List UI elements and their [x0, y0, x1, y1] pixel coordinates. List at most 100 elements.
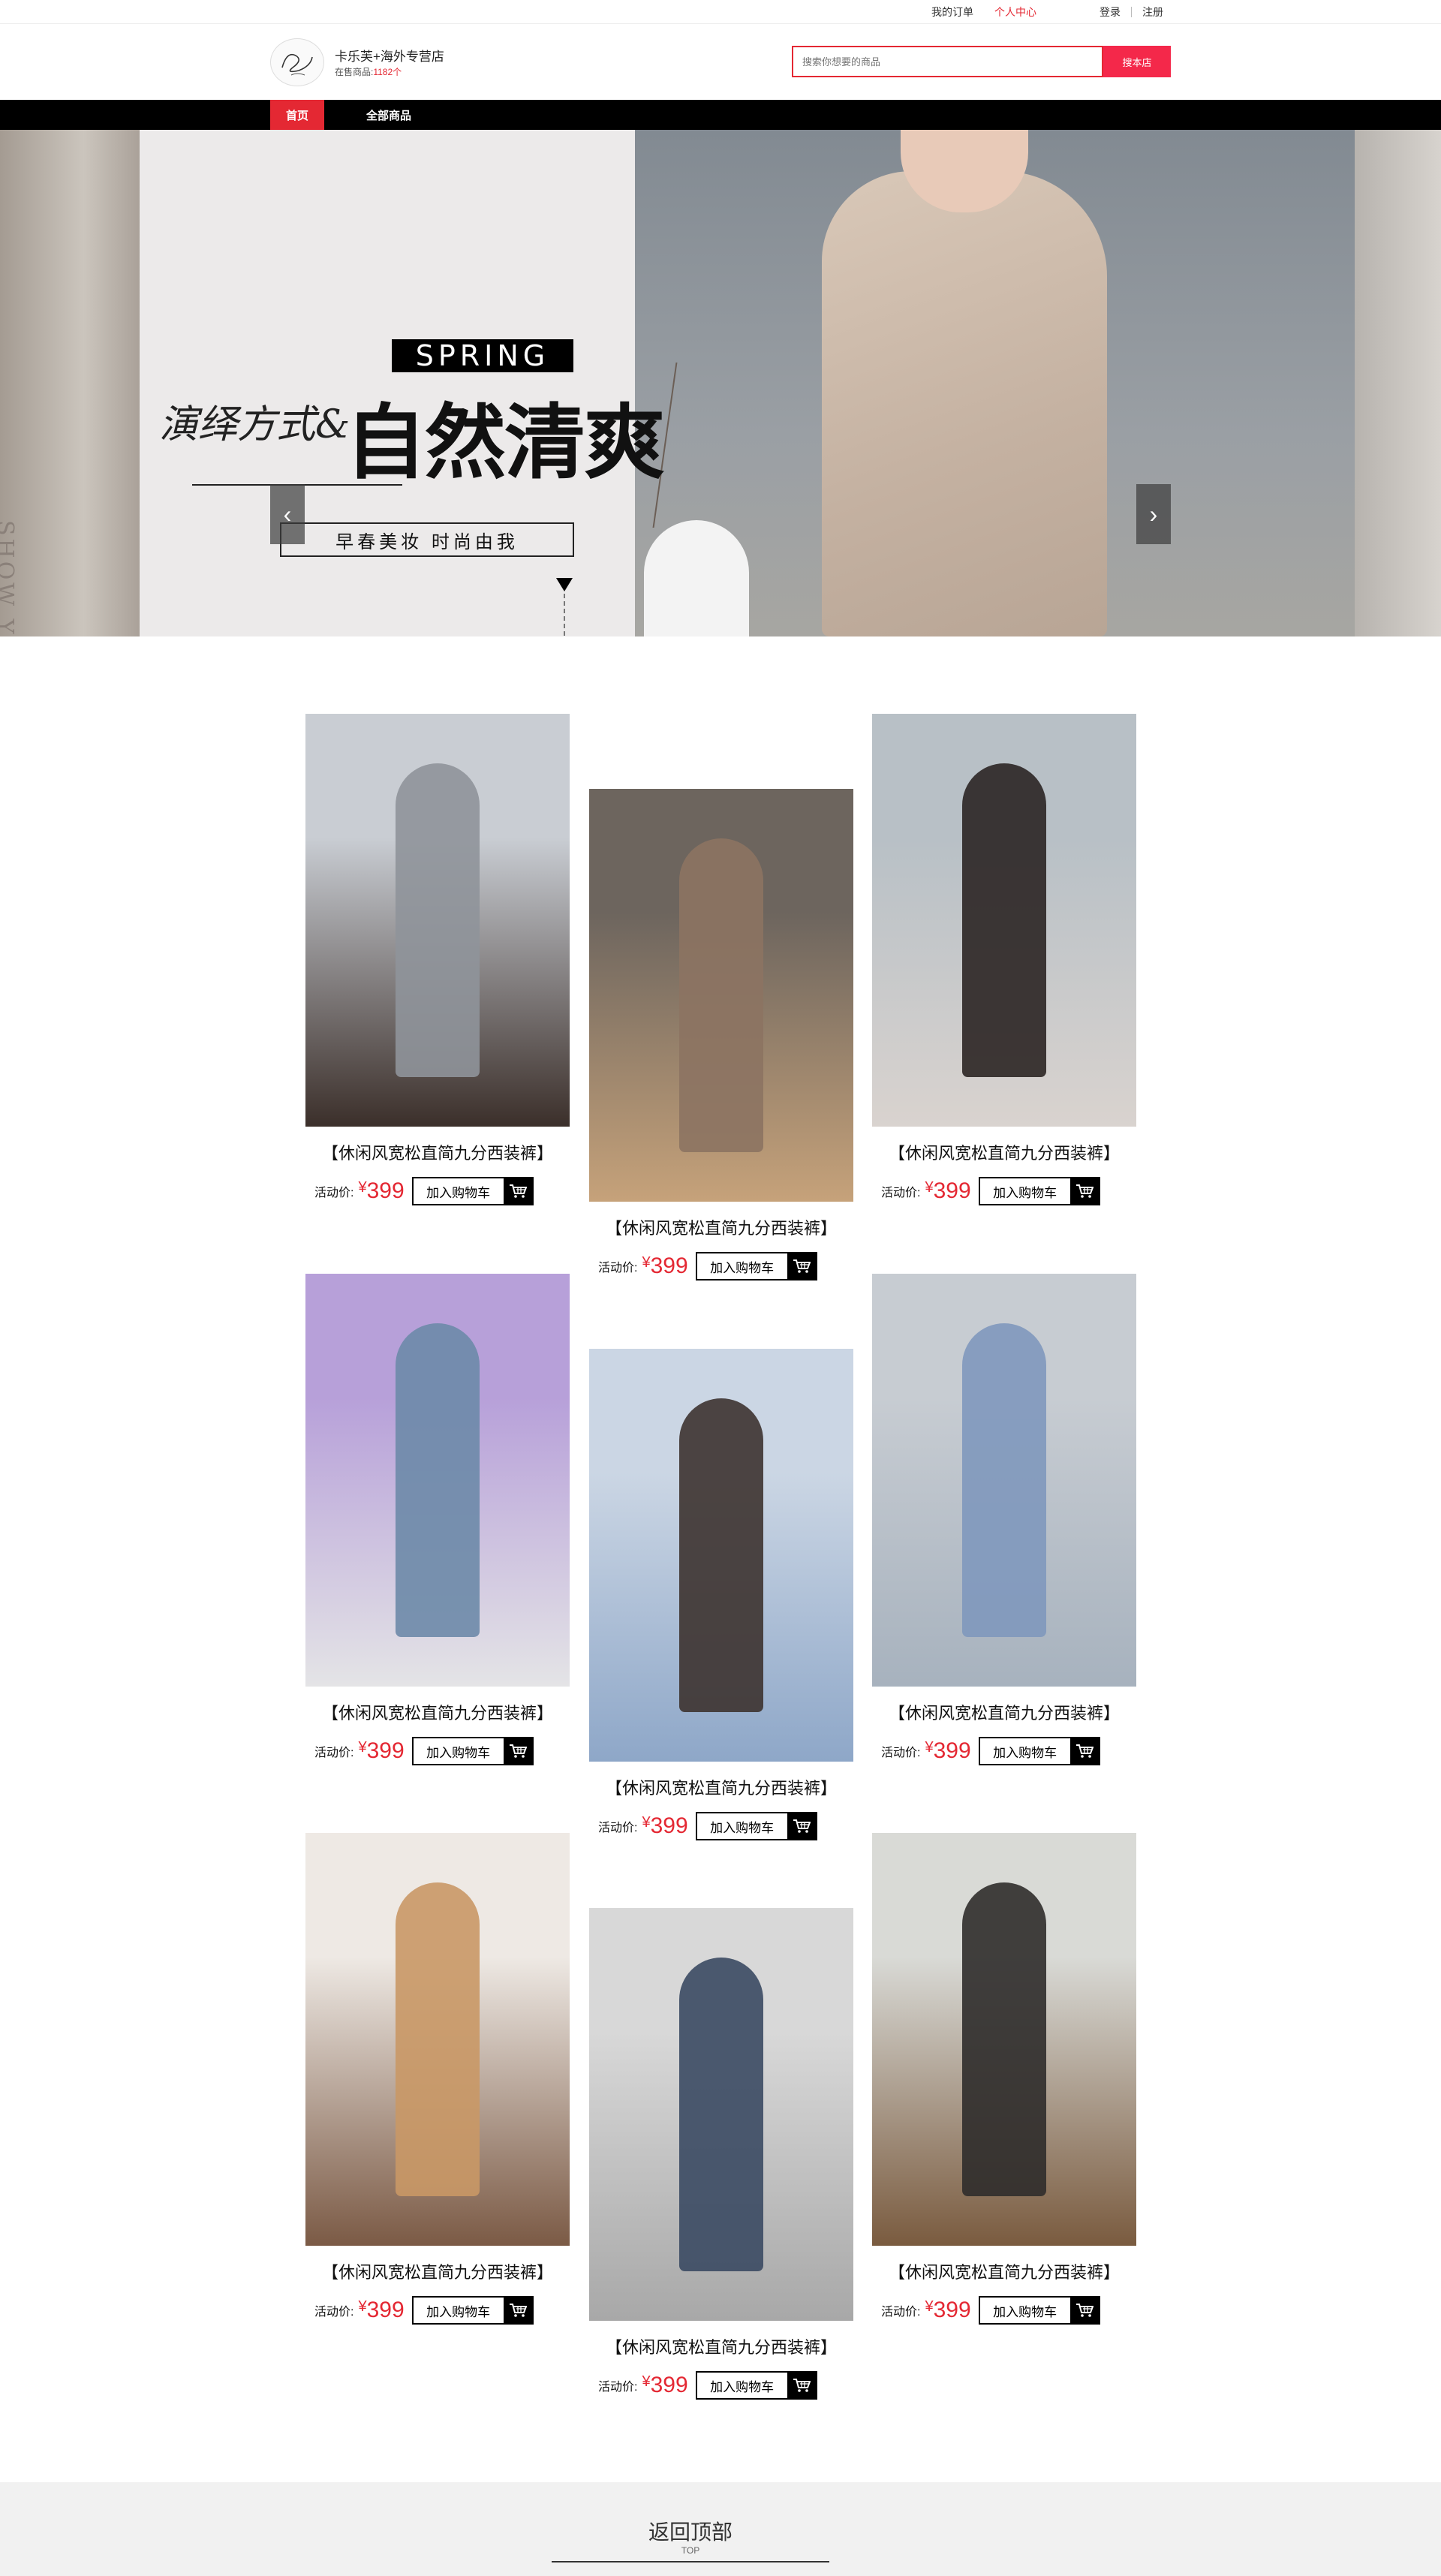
product-image[interactable] — [589, 789, 853, 1202]
back-to-top-button[interactable]: 返回顶部 — [552, 2516, 829, 2546]
price-label: 活动价: — [598, 1822, 638, 1834]
product-price: ¥399 — [358, 2298, 404, 2323]
product-image[interactable] — [872, 1274, 1136, 1687]
cart-icon — [503, 1178, 532, 1204]
product-name[interactable]: 【休闲风宽松直简九分西装裤】 — [305, 1140, 570, 1164]
banner-right-edge — [1355, 130, 1441, 636]
product-figure — [961, 1323, 1047, 1637]
product-image[interactable] — [589, 1908, 853, 2321]
product-price: ¥399 — [358, 1738, 404, 1764]
cart-icon — [503, 1738, 532, 1764]
product-figure — [395, 1323, 480, 1637]
product-name[interactable]: 【休闲风宽松直简九分西装裤】 — [589, 1215, 853, 1239]
page-footer: 返回顶部 TOP — [0, 2482, 1441, 2576]
personal-center-link[interactable]: 个人中心 — [984, 0, 1047, 24]
product-image[interactable] — [872, 1833, 1136, 2246]
product-name[interactable]: 【休闲风宽松直简九分西装裤】 — [589, 2334, 853, 2358]
product-name[interactable]: 【休闲风宽松直简九分西装裤】 — [872, 2259, 1136, 2283]
cart-icon — [1069, 1178, 1099, 1204]
bell-icon[interactable] — [1047, 5, 1068, 20]
add-to-cart-button[interactable]: 加入购物车 — [411, 1737, 534, 1765]
store-logo[interactable] — [270, 38, 324, 86]
product-name[interactable]: 【休闲风宽松直简九分西装裤】 — [589, 1775, 853, 1799]
cart-icon — [787, 1813, 816, 1839]
back-to-top-underline — [552, 2561, 829, 2562]
product-price: ¥399 — [642, 1813, 687, 1839]
banner-title: 自然清爽 — [345, 396, 665, 490]
cart-icon — [787, 1253, 816, 1279]
store-product-count: 在售商品:1182个 — [335, 65, 402, 78]
product-image[interactable] — [872, 714, 1136, 1127]
back-to-top-sub: TOP — [681, 2545, 700, 2556]
product-figure — [961, 1882, 1047, 2196]
add-to-cart-button[interactable]: 加入购物车 — [695, 2371, 817, 2400]
banner-next-arrow[interactable]: › — [1136, 484, 1171, 544]
banner-side-text: SHOW YOU — [0, 520, 18, 636]
product-price: ¥399 — [642, 2373, 687, 2398]
add-to-cart-label: 加入购物车 — [993, 1745, 1057, 1760]
add-to-cart-button[interactable]: 加入购物车 — [411, 2296, 534, 2325]
main-nav: 首页 全部商品 — [0, 100, 1441, 130]
cart-icon[interactable] — [1068, 5, 1089, 20]
store-name[interactable]: 卡乐芙+海外专营店 — [335, 46, 444, 65]
add-to-cart-button[interactable]: 加入购物车 — [978, 2296, 1100, 2325]
search-store-button[interactable]: 搜本店 — [1103, 46, 1171, 77]
currency-symbol: ¥ — [925, 2298, 934, 2315]
add-to-cart-label: 加入购物车 — [710, 2379, 775, 2394]
cart-icon — [1069, 1738, 1099, 1764]
currency-symbol: ¥ — [358, 2298, 367, 2315]
product-price-line: 活动价: ¥399 加入购物车 — [881, 1176, 1100, 1206]
product-name[interactable]: 【休闲风宽松直简九分西装裤】 — [305, 1700, 570, 1724]
add-to-cart-button[interactable]: 加入购物车 — [695, 1252, 817, 1280]
product-image[interactable] — [305, 1833, 570, 2246]
product-figure — [678, 1398, 764, 1712]
top-utility-bar: 我的订单 个人中心 登录 注册 — [0, 0, 1441, 24]
nav-tab-home[interactable]: 首页 — [270, 100, 324, 130]
product-name[interactable]: 【休闲风宽松直简九分西装裤】 — [872, 1700, 1136, 1724]
login-link[interactable]: 登录 — [1089, 0, 1131, 24]
product-figure — [961, 763, 1047, 1077]
price-label: 活动价: — [598, 2381, 638, 2394]
add-to-cart-button[interactable]: 加入购物车 — [411, 1177, 534, 1205]
price-value: 399 — [933, 2298, 971, 2322]
banner-script-text: 演绎方式& — [159, 402, 350, 447]
add-to-cart-label: 加入购物车 — [710, 1260, 775, 1275]
price-label: 活动价: — [881, 1747, 921, 1759]
product-price: ¥399 — [925, 1738, 970, 1764]
top-utility-links: 我的订单 个人中心 登录 注册 — [921, 0, 1174, 24]
currency-symbol: ¥ — [642, 2373, 651, 2390]
hero-banner[interactable]: SHOW YOU SPRING 演绎方式& 自然清爽 早春美妆 时尚由我 ‹ › — [0, 130, 1441, 636]
currency-symbol: ¥ — [358, 1739, 367, 1756]
product-image[interactable] — [305, 714, 570, 1127]
banner-left-edge — [0, 130, 140, 636]
price-label: 活动价: — [598, 1262, 638, 1274]
product-name[interactable]: 【休闲风宽松直简九分西装裤】 — [305, 2259, 570, 2283]
add-to-cart-button[interactable]: 加入购物车 — [978, 1737, 1100, 1765]
search-input[interactable] — [792, 46, 1103, 77]
product-image[interactable] — [589, 1349, 853, 1762]
product-price-line: 活动价: ¥399 加入购物车 — [598, 1811, 817, 1841]
add-to-cart-label: 加入购物车 — [426, 2304, 491, 2319]
banner-prev-arrow[interactable]: ‹ — [270, 484, 305, 544]
add-to-cart-button[interactable]: 加入购物车 — [695, 1812, 817, 1840]
price-label: 活动价: — [881, 1187, 921, 1199]
store-header: 卡乐芙+海外专营店 在售商品:1182个 搜本店 — [0, 25, 1441, 100]
currency-symbol: ¥ — [642, 1254, 651, 1271]
product-image[interactable] — [305, 1274, 570, 1687]
nav-tab-all-products[interactable]: 全部商品 — [353, 100, 425, 130]
add-to-cart-button[interactable]: 加入购物车 — [978, 1177, 1100, 1205]
product-price-line: 活动价: ¥399 加入购物车 — [881, 1736, 1100, 1766]
product-figure — [678, 838, 764, 1152]
product-price: ¥399 — [925, 2298, 970, 2323]
product-price: ¥399 — [358, 1178, 404, 1204]
banner-spring-label: SPRING — [392, 339, 573, 372]
product-price-line: 活动价: ¥399 加入购物车 — [598, 1251, 817, 1281]
currency-symbol: ¥ — [642, 1814, 651, 1831]
register-link[interactable]: 注册 — [1132, 0, 1174, 24]
price-label: 活动价: — [314, 2306, 354, 2319]
product-price-line: 活动价: ¥399 加入购物车 — [314, 1736, 534, 1766]
product-name[interactable]: 【休闲风宽松直简九分西装裤】 — [872, 1140, 1136, 1164]
my-orders-link[interactable]: 我的订单 — [921, 0, 984, 24]
product-price-line: 活动价: ¥399 加入购物车 — [881, 2295, 1100, 2325]
banner-vase — [644, 520, 749, 636]
